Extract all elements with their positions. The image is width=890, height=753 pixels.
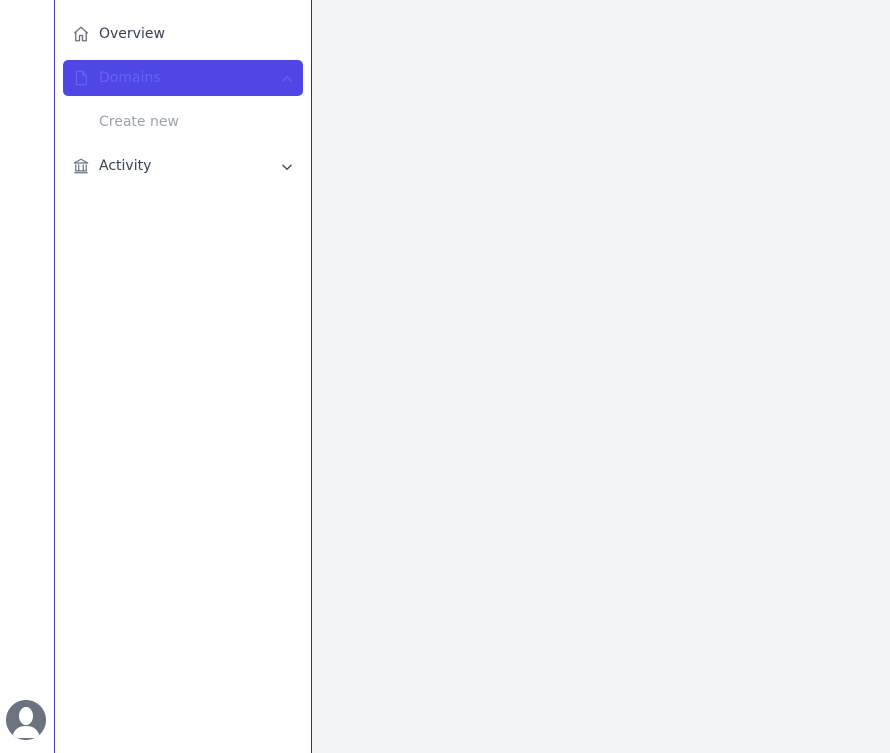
chevron-down-icon: [280, 159, 294, 173]
document-icon: [72, 69, 90, 87]
home-icon: [72, 25, 90, 43]
user-silhouette-icon: [6, 700, 46, 740]
sidebar-item-label: Create new: [99, 114, 179, 130]
sidebar-item-label: Activity: [99, 158, 152, 174]
user-avatar[interactable]: [6, 700, 46, 740]
sidebar-item-label: Domains: [99, 70, 161, 86]
chevron-up-icon: [280, 71, 294, 85]
sidebar-item-activity[interactable]: Activity: [63, 148, 303, 184]
sidebar-nav: Overview Domains Create new Activity: [63, 16, 303, 192]
sidebar-item-label: Overview: [99, 26, 165, 42]
sidebar-item-overview[interactable]: Overview: [63, 16, 303, 52]
sidebar-item-domains[interactable]: Domains: [63, 60, 303, 96]
sidebar-subitem-create-new[interactable]: Create new: [63, 104, 303, 140]
sidebar: Overview Domains Create new Activity: [55, 0, 312, 753]
main-content: [312, 0, 890, 753]
left-rail: [0, 0, 55, 753]
bank-icon: [72, 157, 90, 175]
